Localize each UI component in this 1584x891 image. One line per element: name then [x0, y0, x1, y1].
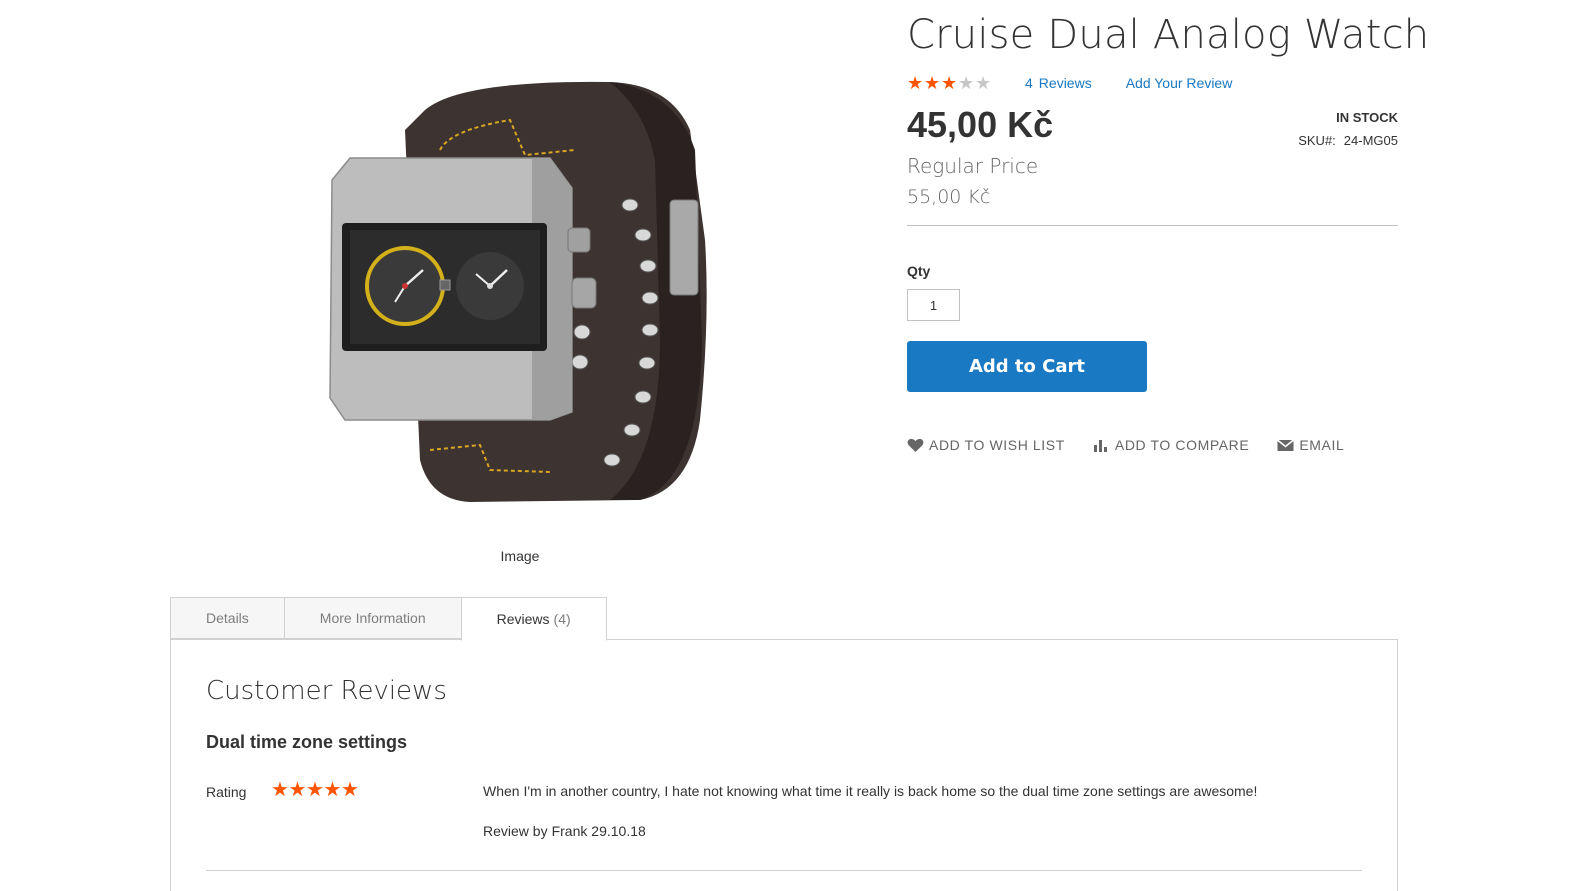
add-to-compare-link[interactable]: ADD TO COMPARE: [1093, 437, 1249, 453]
add-to-wishlist-link[interactable]: ADD TO WISH LIST: [907, 437, 1065, 453]
star-empty-icon: ★: [958, 73, 975, 93]
tab-reviews-label: Reviews: [496, 611, 550, 627]
review-by-label: Review by: [483, 823, 548, 839]
star-filled-icon: ★: [924, 73, 941, 93]
email-label: EMAIL: [1299, 437, 1345, 453]
star-filled-icon: ★: [341, 779, 359, 801]
add-your-review-link[interactable]: Add Your Review: [1126, 75, 1233, 91]
product-tabs: Details More Information Reviews (4): [170, 597, 607, 641]
star-filled-icon: ★: [323, 779, 342, 801]
product-image[interactable]: [310, 40, 730, 520]
qty-input[interactable]: [907, 289, 960, 321]
review-divider: [206, 870, 1362, 871]
final-price: 45,00 Kč: [907, 104, 1054, 145]
rating-stars: ★ ★ ★ ★ ★: [907, 74, 992, 92]
star-filled-icon: ★: [907, 73, 924, 93]
tab-more-information[interactable]: More Information: [283, 597, 462, 639]
rating-summary: ★ ★ ★ ★ ★ 4 Reviews Add Your Review: [907, 73, 1232, 93]
star-empty-icon: ★: [975, 73, 992, 93]
tab-details[interactable]: Details: [170, 597, 285, 639]
customer-reviews-heading: Customer Reviews: [206, 676, 447, 706]
review-text: When I'm in another country, I hate not …: [483, 783, 1258, 799]
reviews-panel: Customer Reviews Dual time zone settings…: [170, 639, 1398, 891]
product-title: Cruise Dual Analog Watch: [907, 12, 1430, 58]
star-filled-icon: ★: [941, 73, 958, 93]
compare-label: ADD TO COMPARE: [1114, 437, 1250, 453]
wishlist-label: ADD TO WISH LIST: [929, 437, 1065, 453]
star-filled-icon: ★: [271, 779, 289, 801]
reviews-link[interactable]: 4 Reviews: [1025, 75, 1092, 91]
review-title: Dual time zone settings: [206, 732, 408, 752]
tab-reviews-count: (4): [553, 611, 571, 627]
star-filled-icon: ★: [306, 779, 324, 801]
stock-status: IN STOCK: [1336, 110, 1398, 125]
review-date: 29.10.18: [591, 823, 646, 839]
bar-chart-icon: [1093, 440, 1107, 452]
regular-price: 55,00 Kč: [907, 186, 991, 208]
sku-value: 24-MG05: [1343, 133, 1398, 148]
regular-price-label: Regular Price: [907, 154, 1039, 178]
qty-label: Qty: [907, 263, 931, 279]
email-link[interactable]: EMAIL: [1277, 437, 1344, 453]
divider: [907, 225, 1398, 226]
add-to-cart-button[interactable]: Add to Cart: [907, 341, 1147, 392]
product-info: Cruise Dual Analog Watch ★ ★ ★ ★ ★ 4 Reviews…: [907, 0, 1429, 480]
review-rating-stars: ★ ★ ★ ★ ★: [271, 779, 359, 801]
product-actions: ADD TO WISH LIST ADD TO COMPARE EMAIL: [907, 437, 1372, 453]
heart-icon: [907, 438, 924, 452]
review-count: 4: [1025, 75, 1033, 91]
reviews-link-label: Reviews: [1038, 75, 1092, 91]
product-gallery: Image: [170, 0, 870, 580]
review-rating-label: Rating: [206, 784, 247, 800]
image-caption: Image: [500, 548, 540, 564]
envelope-icon: [1277, 438, 1295, 451]
tab-reviews[interactable]: Reviews (4): [460, 597, 607, 641]
sku-label: SKU#:: [1298, 133, 1336, 148]
star-filled-icon: ★: [288, 779, 307, 801]
review-author: Frank: [551, 823, 588, 839]
sku: SKU#: 24-MG05: [1298, 133, 1398, 148]
review-meta: Review by Frank 29.10.18: [483, 823, 646, 839]
